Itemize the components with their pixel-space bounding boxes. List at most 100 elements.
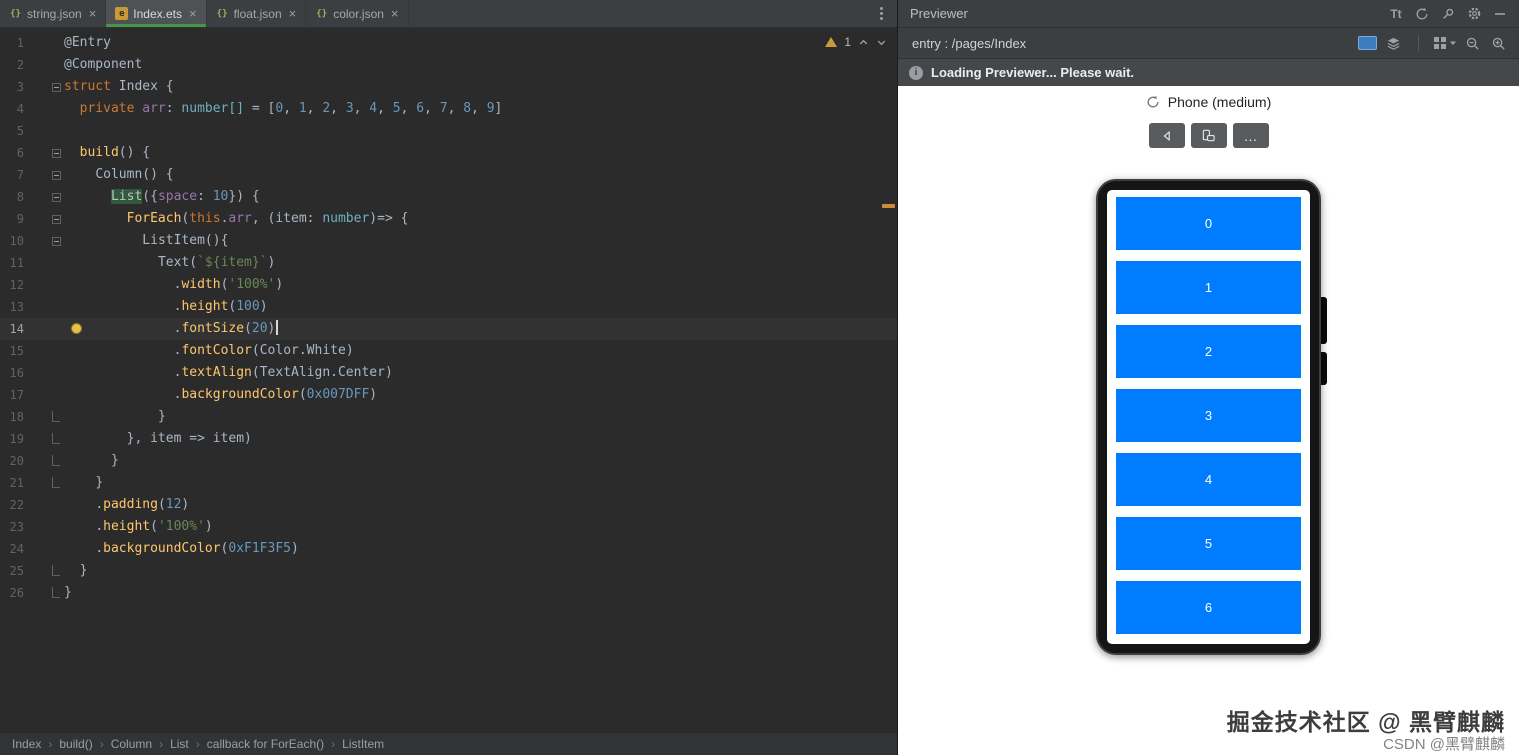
code-line-21[interactable]: 21} bbox=[0, 472, 897, 494]
code-line-6[interactable]: 6build() { bbox=[0, 142, 897, 164]
prev-warning-icon[interactable] bbox=[858, 37, 869, 48]
code-token: @Component bbox=[64, 57, 142, 72]
code-line-14[interactable]: 14.fontSize(20) bbox=[0, 318, 897, 340]
code-line-7[interactable]: 7Column() { bbox=[0, 164, 897, 186]
display-mode-icon[interactable] bbox=[1356, 32, 1378, 54]
code-line-9[interactable]: 9ForEach(this.arr, (item: number)=> { bbox=[0, 208, 897, 230]
code-line-5[interactable]: 5 bbox=[0, 120, 897, 142]
fold-collapse-icon[interactable] bbox=[52, 193, 61, 202]
code-line-24[interactable]: 24.backgroundColor(0xF1F3F5) bbox=[0, 538, 897, 560]
hide-panel-icon[interactable] bbox=[1489, 3, 1511, 25]
code-line-4[interactable]: 4private arr: number[] = [0, 1, 2, 3, 4,… bbox=[0, 98, 897, 120]
next-warning-icon[interactable] bbox=[876, 37, 887, 48]
close-icon[interactable]: × bbox=[189, 7, 197, 20]
gutter[interactable]: 25 bbox=[0, 560, 64, 582]
gutter[interactable]: 20 bbox=[0, 450, 64, 472]
warning-stripe-mark[interactable] bbox=[882, 204, 895, 208]
gutter[interactable]: 15 bbox=[0, 340, 64, 362]
code-line-10[interactable]: 10ListItem(){ bbox=[0, 230, 897, 252]
code-line-23[interactable]: 23.height('100%') bbox=[0, 516, 897, 538]
code-line-25[interactable]: 25} bbox=[0, 560, 897, 582]
gutter[interactable]: 5 bbox=[0, 120, 64, 142]
grid-view-icon[interactable] bbox=[1433, 32, 1457, 54]
gutter[interactable]: 19 bbox=[0, 428, 64, 450]
tab-color-json[interactable]: {}color.json× bbox=[306, 0, 408, 27]
code-token: 7 bbox=[440, 101, 448, 116]
zoom-in-icon[interactable] bbox=[1487, 32, 1509, 54]
code-line-15[interactable]: 15.fontColor(Color.White) bbox=[0, 340, 897, 362]
fold-collapse-icon[interactable] bbox=[52, 83, 61, 92]
code-line-13[interactable]: 13.height(100) bbox=[0, 296, 897, 318]
breadcrumb-item[interactable]: List bbox=[170, 737, 189, 751]
orientation-button[interactable] bbox=[1191, 123, 1227, 148]
code-line-18[interactable]: 18} bbox=[0, 406, 897, 428]
breadcrumb-item[interactable]: Column bbox=[111, 737, 152, 751]
code-token: ({ bbox=[142, 189, 158, 204]
code-line-3[interactable]: 3struct Index { bbox=[0, 76, 897, 98]
code-line-19[interactable]: 19}, item => item) bbox=[0, 428, 897, 450]
gutter[interactable]: 1 bbox=[0, 32, 64, 54]
gutter[interactable]: 12 bbox=[0, 274, 64, 296]
fold-collapse-icon[interactable] bbox=[52, 149, 61, 158]
gutter[interactable]: 14 bbox=[0, 318, 64, 340]
code-editor[interactable]: 1 1@Entry2@Component3struct Index {4priv… bbox=[0, 28, 897, 732]
code-line-2[interactable]: 2@Component bbox=[0, 54, 897, 76]
line-number: 1 bbox=[2, 32, 24, 54]
gutter[interactable]: 11 bbox=[0, 252, 64, 274]
tab-float-json[interactable]: {}float.json× bbox=[207, 0, 307, 27]
gutter[interactable]: 24 bbox=[0, 538, 64, 560]
code-line-1[interactable]: 1@Entry bbox=[0, 32, 897, 54]
line-number: 17 bbox=[2, 384, 24, 406]
code-line-8[interactable]: 8List({space: 10}) { bbox=[0, 186, 897, 208]
intention-bulb-icon[interactable] bbox=[71, 323, 82, 334]
gutter[interactable]: 2 bbox=[0, 54, 64, 76]
breadcrumb-item[interactable]: ListItem bbox=[342, 737, 384, 751]
more-actions-button[interactable]: … bbox=[1233, 123, 1269, 148]
sync-icon[interactable] bbox=[1411, 3, 1433, 25]
gutter[interactable]: 10 bbox=[0, 230, 64, 252]
code-token: , bbox=[283, 101, 299, 116]
gutter[interactable]: 7 bbox=[0, 164, 64, 186]
gutter[interactable]: 4 bbox=[0, 98, 64, 120]
more-options-icon[interactable] bbox=[876, 3, 887, 24]
settings-gear-icon[interactable] bbox=[1463, 3, 1485, 25]
font-size-icon[interactable]: Tt bbox=[1385, 3, 1407, 25]
gutter[interactable]: 13 bbox=[0, 296, 64, 318]
gutter[interactable]: 22 bbox=[0, 494, 64, 516]
breadcrumb-item[interactable]: build() bbox=[59, 737, 92, 751]
gutter[interactable]: 3 bbox=[0, 76, 64, 98]
code-line-17[interactable]: 17.backgroundColor(0x007DFF) bbox=[0, 384, 897, 406]
code-text: @Component bbox=[64, 54, 897, 76]
close-icon[interactable]: × bbox=[289, 7, 297, 20]
refresh-icon[interactable] bbox=[1146, 95, 1160, 109]
gutter[interactable]: 18 bbox=[0, 406, 64, 428]
fold-collapse-icon[interactable] bbox=[52, 237, 61, 246]
code-line-22[interactable]: 22.padding(12) bbox=[0, 494, 897, 516]
gutter[interactable]: 16 bbox=[0, 362, 64, 384]
editor-pane: {}string.json×eIndex.ets×{}float.json×{}… bbox=[0, 0, 898, 755]
layers-icon[interactable] bbox=[1382, 32, 1404, 54]
code-line-26[interactable]: 26} bbox=[0, 582, 897, 604]
gutter[interactable]: 9 bbox=[0, 208, 64, 230]
close-icon[interactable]: × bbox=[391, 7, 399, 20]
breadcrumb-item[interactable]: callback for ForEach() bbox=[207, 737, 324, 751]
tab-Index-ets[interactable]: eIndex.ets× bbox=[106, 0, 206, 27]
gutter[interactable]: 8 bbox=[0, 186, 64, 208]
code-line-16[interactable]: 16.textAlign(TextAlign.Center) bbox=[0, 362, 897, 384]
code-line-12[interactable]: 12.width('100%') bbox=[0, 274, 897, 296]
gutter[interactable]: 26 bbox=[0, 582, 64, 604]
fold-collapse-icon[interactable] bbox=[52, 215, 61, 224]
rotate-left-button[interactable] bbox=[1149, 123, 1185, 148]
fold-collapse-icon[interactable] bbox=[52, 171, 61, 180]
tab-string-json[interactable]: {}string.json× bbox=[0, 0, 106, 27]
zoom-out-icon[interactable] bbox=[1461, 32, 1483, 54]
close-icon[interactable]: × bbox=[89, 7, 97, 20]
pin-icon[interactable] bbox=[1437, 3, 1459, 25]
gutter[interactable]: 23 bbox=[0, 516, 64, 538]
gutter[interactable]: 21 bbox=[0, 472, 64, 494]
breadcrumb-item[interactable]: Index bbox=[12, 737, 41, 751]
gutter[interactable]: 6 bbox=[0, 142, 64, 164]
gutter[interactable]: 17 bbox=[0, 384, 64, 406]
code-line-11[interactable]: 11Text(`${item}`) bbox=[0, 252, 897, 274]
code-line-20[interactable]: 20} bbox=[0, 450, 897, 472]
